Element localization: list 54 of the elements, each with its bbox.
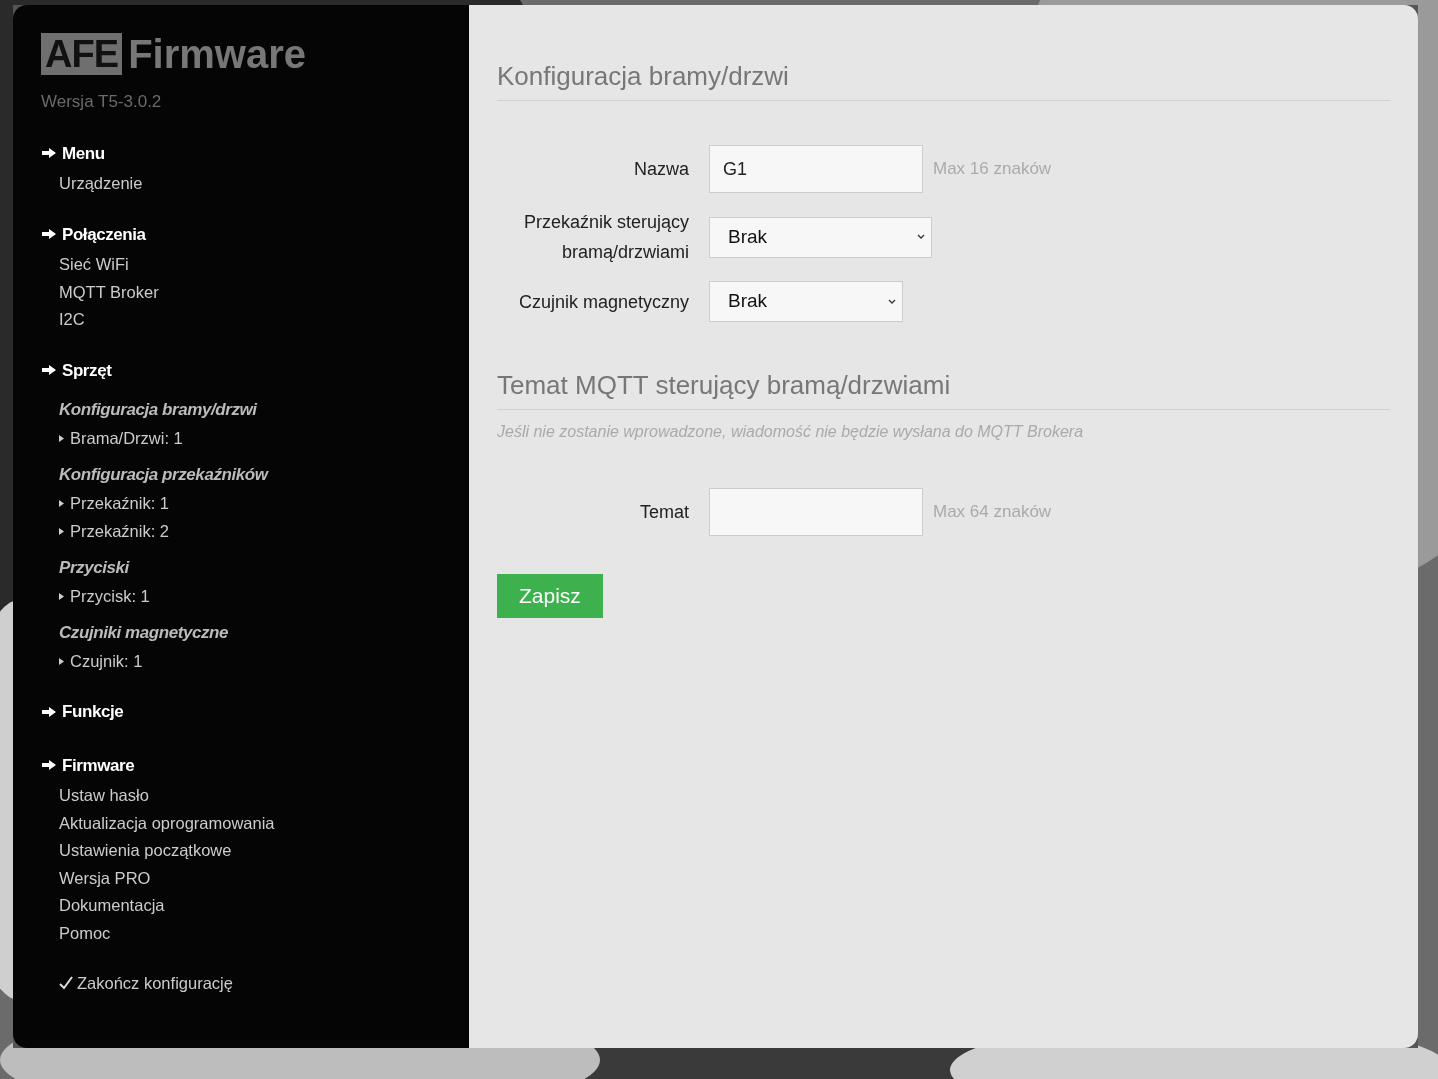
triangle-icon xyxy=(59,657,64,665)
group-heading: Konfiguracja przekaźników xyxy=(59,464,270,486)
section-title: Temat MQTT sterujący bramą/drzwiami xyxy=(497,366,1390,410)
triangle-icon xyxy=(59,592,64,600)
menu-link[interactable]: I2C xyxy=(59,306,441,334)
field-hint: Max 16 znaków xyxy=(933,158,1052,181)
select-field[interactable]: Brak xyxy=(709,281,903,322)
select-field[interactable]: Brak xyxy=(709,216,932,258)
triangle-icon xyxy=(59,434,64,442)
logo-badge: AFE xyxy=(41,33,123,75)
arrow-icon xyxy=(41,147,57,160)
field-label: Nazwa xyxy=(632,158,690,181)
group-heading: Konfiguracja bramy/drzwi xyxy=(59,399,259,421)
field-label: Temat xyxy=(638,501,690,524)
arrow-icon xyxy=(41,705,57,718)
check-icon xyxy=(59,976,73,991)
menu-link[interactable]: MQTT Broker xyxy=(59,278,441,306)
section-heading: Sprzęt xyxy=(62,359,112,382)
menu-link[interactable]: Urządzenie xyxy=(59,170,441,198)
arrow-icon xyxy=(41,364,57,377)
menu-link[interactable]: Ustawienia początkowe xyxy=(59,837,441,865)
menu-link[interactable]: Ustaw hasło xyxy=(59,782,441,810)
group-heading: Przyciski xyxy=(59,557,131,579)
section-heading: Funkcje xyxy=(62,701,124,723)
menu-link[interactable]: Przekaźnik: 2 xyxy=(70,517,170,545)
logo-text: Firmware xyxy=(128,34,306,74)
menu-link[interactable]: Czujnik: 1 xyxy=(70,647,143,675)
section-heading: Menu xyxy=(62,142,105,165)
chevron-icon xyxy=(888,298,896,305)
section-note: Jeśli nie zostanie wprowadzone, wiadomość nie będzie wysłana do MQTT Brokera xyxy=(497,422,1085,442)
finish-link[interactable]: Zakończ konfigurację xyxy=(77,971,233,996)
text-field[interactable]: G1 xyxy=(709,145,923,193)
version-text: Wersja T5-3.0.2 xyxy=(41,91,163,113)
menu-link[interactable]: Przekaźnik: 1 xyxy=(70,489,170,517)
arrow-icon xyxy=(41,759,57,772)
field-label: Czujnik magnetyczny xyxy=(517,290,690,314)
menu-link[interactable]: Brama/Drzwi: 1 xyxy=(70,424,183,452)
arrow-icon xyxy=(41,228,57,241)
menu-link[interactable]: Dokumentacja xyxy=(59,892,441,920)
menu-link[interactable]: Przycisk: 1 xyxy=(70,582,150,610)
chevron-icon xyxy=(917,234,925,240)
triangle-icon xyxy=(59,527,64,535)
section-title: Konfiguracja bramy/drzwi xyxy=(497,57,1390,101)
menu-link[interactable]: Sieć WiFi xyxy=(59,251,441,279)
text-field[interactable] xyxy=(709,488,923,536)
menu-link[interactable]: Aktualizacja oprogramowania xyxy=(59,809,441,837)
group-heading: Czujniki magnetyczne xyxy=(59,622,230,644)
section-heading: Połączenia xyxy=(62,223,146,246)
triangle-icon xyxy=(59,499,64,507)
field-hint: Max 64 znaków xyxy=(933,501,1052,524)
menu-link[interactable]: Pomoc xyxy=(59,919,441,947)
menu-link[interactable]: Wersja PRO xyxy=(59,864,441,892)
section-heading: Firmware xyxy=(62,754,135,777)
field-label: Przekaźnik sterujący bramą/drzwiami xyxy=(522,211,690,264)
